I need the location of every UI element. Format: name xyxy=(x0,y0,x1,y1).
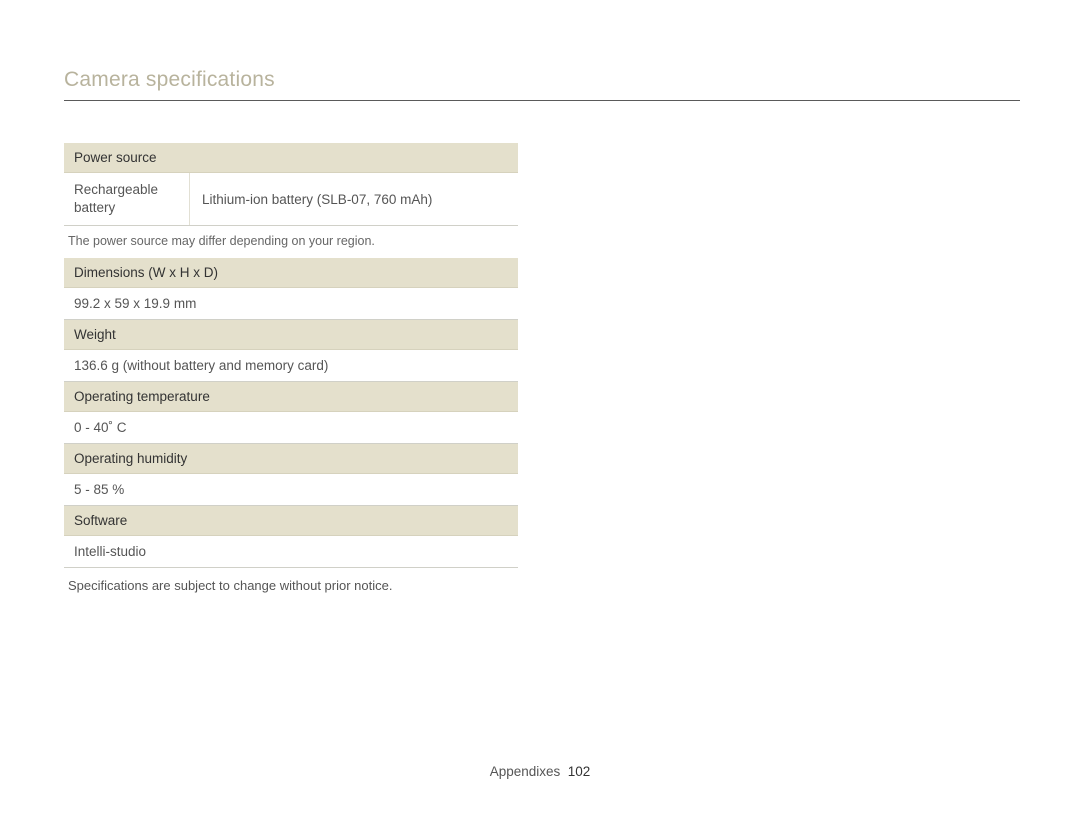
title-rule xyxy=(64,100,1020,101)
section-header-software: Software xyxy=(64,506,518,536)
section-note: The power source may differ depending on… xyxy=(64,226,518,258)
section-header-weight: Weight xyxy=(64,320,518,350)
page-container: Camera specifications Power source Recha… xyxy=(0,0,1080,815)
spec-label: Rechargeable battery xyxy=(64,173,190,225)
spec-value: Intelli-studio xyxy=(64,536,518,568)
spec-value: 0 - 40˚ C xyxy=(64,412,518,444)
spec-value: 136.6 g (without battery and memory card… xyxy=(64,350,518,382)
footnote: Specifications are subject to change wit… xyxy=(64,568,518,593)
footer-page-number: 102 xyxy=(568,764,591,779)
table-row: Rechargeable battery Lithium-ion battery… xyxy=(64,173,518,226)
section-header-power: Power source xyxy=(64,143,518,173)
spec-table: Power source Rechargeable battery Lithiu… xyxy=(64,143,518,593)
spec-value: Lithium-ion battery (SLB-07, 760 mAh) xyxy=(190,173,518,225)
spec-value: 5 - 85 % xyxy=(64,474,518,506)
spec-value: 99.2 x 59 x 19.9 mm xyxy=(64,288,518,320)
page-footer: Appendixes 102 xyxy=(0,764,1080,779)
section-header-dimensions: Dimensions (W x H x D) xyxy=(64,258,518,288)
section-header-humidity: Operating humidity xyxy=(64,444,518,474)
footer-section: Appendixes xyxy=(490,764,561,779)
section-header-temp: Operating temperature xyxy=(64,382,518,412)
page-title: Camera specifications xyxy=(64,68,1020,98)
